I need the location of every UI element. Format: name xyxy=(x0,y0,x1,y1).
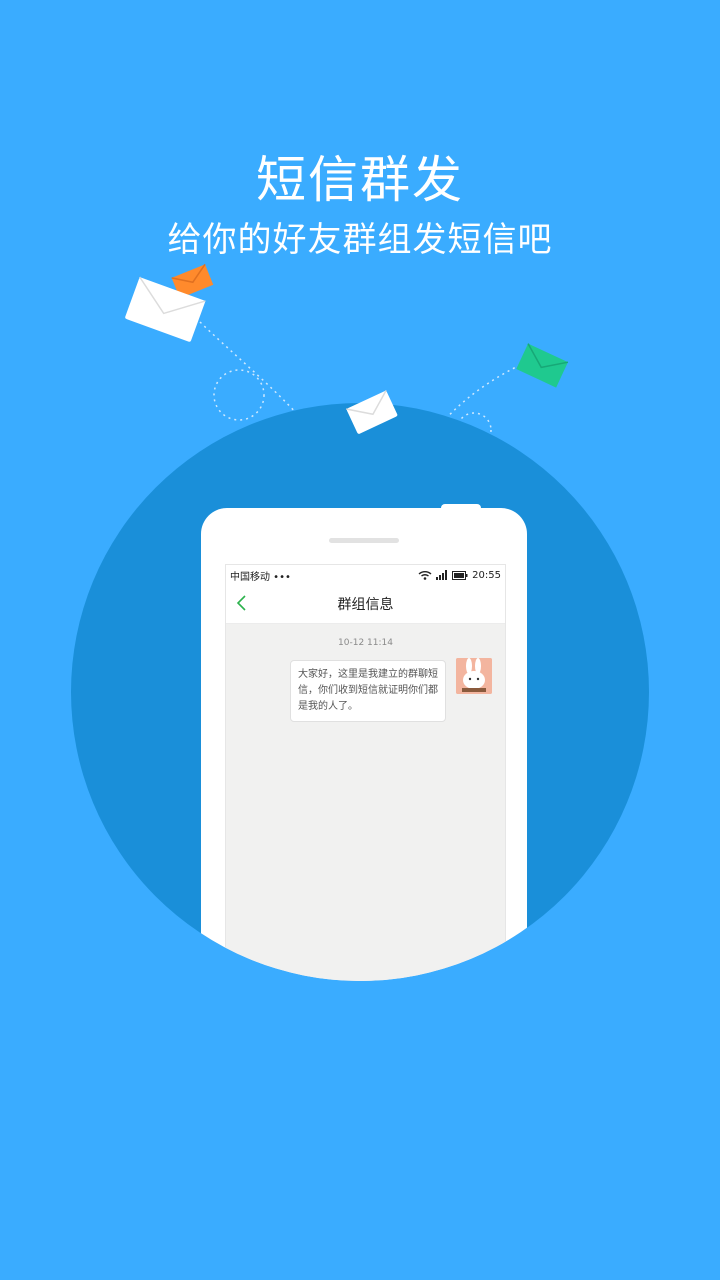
green-envelope-icon xyxy=(516,343,569,388)
phone-mockup: 中国移动 ••• 20:55 群组信息 10-12 11:14 大家好，这里是我… xyxy=(201,504,527,981)
signal-icon xyxy=(436,570,448,580)
white-envelope-icon xyxy=(125,276,206,342)
phone-screen: 中国移动 ••• 20:55 群组信息 10-12 11:14 大家好，这里是我… xyxy=(225,564,506,981)
nav-bar: 群组信息 xyxy=(226,585,505,624)
battery-icon xyxy=(452,570,468,580)
background-circle: 中国移动 ••• 20:55 群组信息 10-12 11:14 大家好，这里是我… xyxy=(71,403,649,981)
message-row: 大家好，这里是我建立的群聊短信，你们收到短信就证明你们都是我的人了。 xyxy=(226,648,505,728)
carrier-label: 中国移动 ••• xyxy=(230,571,291,583)
chevron-left-icon[interactable] xyxy=(236,595,248,611)
rabbit-avatar-icon xyxy=(456,658,492,694)
avatar[interactable] xyxy=(456,658,492,694)
status-bar: 中国移动 ••• 20:55 xyxy=(226,565,505,585)
message-bubble[interactable]: 大家好，这里是我建立的群聊短信，你们收到短信就证明你们都是我的人了。 xyxy=(290,660,446,722)
clock-label: 20:55 xyxy=(472,569,501,581)
message-timestamp: 10-12 11:14 xyxy=(338,638,393,648)
small-white-envelope-icon xyxy=(346,390,398,434)
nav-title: 群组信息 xyxy=(337,597,394,613)
phone-speaker xyxy=(329,538,399,543)
wifi-icon xyxy=(418,571,432,580)
phone-button xyxy=(441,504,481,512)
